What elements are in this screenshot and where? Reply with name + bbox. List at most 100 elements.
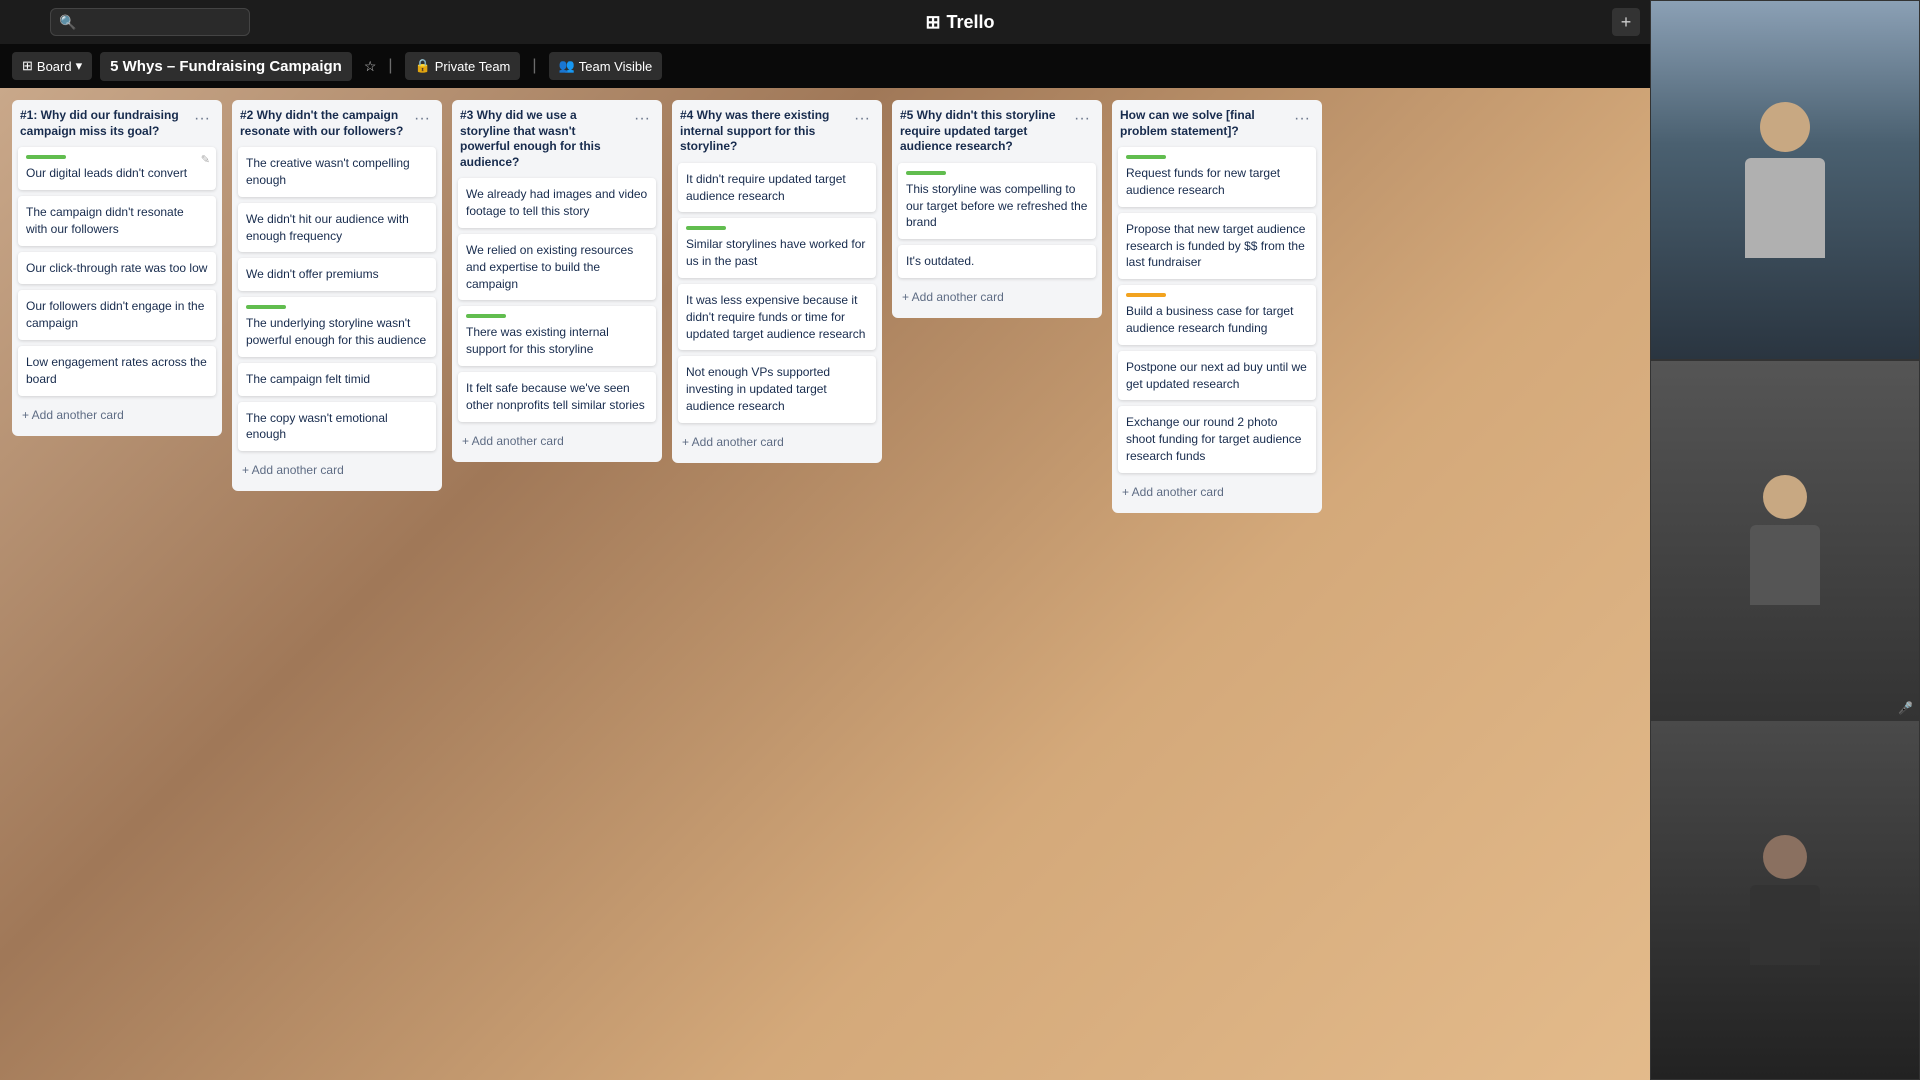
- card-text: It was less expensive because it didn't …: [686, 292, 868, 342]
- add-card-btn-3[interactable]: + Add another card: [458, 428, 656, 454]
- add-card-btn-1[interactable]: + Add another card: [18, 402, 216, 428]
- card-text: Propose that new target audience researc…: [1126, 221, 1308, 271]
- card-label: [686, 226, 726, 230]
- card-6-3[interactable]: Build a business case for target audienc…: [1118, 285, 1316, 345]
- card-4-4[interactable]: Not enough VPs supported investing in up…: [678, 356, 876, 422]
- card-text: Request funds for new target audience re…: [1126, 165, 1308, 199]
- card-2-3[interactable]: We didn't offer premiums: [238, 258, 436, 291]
- card-text: We didn't offer premiums: [246, 266, 428, 283]
- card-2-4[interactable]: The underlying storyline wasn't powerful…: [238, 297, 436, 357]
- column-2-menu[interactable]: ···: [410, 108, 434, 130]
- column-4: #4 Why was there existing internal suppo…: [672, 100, 882, 463]
- column-1-menu[interactable]: ···: [190, 108, 214, 130]
- top-bar: 🔍 ⊞ Trello +: [0, 0, 1920, 44]
- card-4-2[interactable]: Similar storylines have worked for us in…: [678, 218, 876, 278]
- board-icon: ⊞: [22, 58, 33, 74]
- lock-icon: 🔒: [415, 58, 431, 74]
- column-1: #1: Why did our fundraising campaign mis…: [12, 100, 222, 436]
- visibility-item[interactable]: 🔒 Private Team: [405, 52, 521, 80]
- card-text: It felt safe because we've seen other no…: [466, 380, 648, 414]
- card-text: We already had images and video footage …: [466, 186, 648, 220]
- card-text: Our click-through rate was too low: [26, 260, 208, 277]
- card-6-5[interactable]: Exchange our round 2 photo shoot funding…: [1118, 406, 1316, 472]
- column-6-title: How can we solve [final problem statemen…: [1120, 108, 1290, 139]
- card-text: There was existing internal support for …: [466, 324, 648, 358]
- card-text: Our followers didn't engage in the campa…: [26, 298, 208, 332]
- card-2-2[interactable]: We didn't hit our audience with enough f…: [238, 203, 436, 253]
- star-icon[interactable]: ☆: [364, 58, 377, 75]
- add-card-btn-4[interactable]: + Add another card: [678, 429, 876, 455]
- column-4-menu[interactable]: ···: [850, 108, 874, 130]
- column-5: #5 Why didn't this storyline require upd…: [892, 100, 1102, 318]
- card-text: Postpone our next ad buy until we get up…: [1126, 359, 1308, 393]
- card-label: [1126, 293, 1166, 297]
- card-1-1[interactable]: ✎Our digital leads didn't convert: [18, 147, 216, 190]
- card-label: [26, 155, 66, 159]
- search-bar[interactable]: 🔍: [50, 8, 250, 36]
- column-2-title: #2 Why didn't the campaign resonate with…: [240, 108, 410, 139]
- card-3-1[interactable]: We already had images and video footage …: [458, 178, 656, 228]
- add-card-btn-2[interactable]: + Add another card: [238, 457, 436, 483]
- card-4-3[interactable]: It was less expensive because it didn't …: [678, 284, 876, 350]
- card-1-5[interactable]: Low engagement rates across the board: [18, 346, 216, 396]
- card-text: Not enough VPs supported investing in up…: [686, 364, 868, 414]
- card-6-4[interactable]: Postpone our next ad buy until we get up…: [1118, 351, 1316, 401]
- column-3: #3 Why did we use a storyline that wasn'…: [452, 100, 662, 462]
- card-5-2[interactable]: It's outdated.: [898, 245, 1096, 278]
- card-label: [1126, 155, 1166, 159]
- column-4-title: #4 Why was there existing internal suppo…: [680, 108, 850, 155]
- card-2-1[interactable]: The creative wasn't compelling enough: [238, 147, 436, 197]
- video-cell-1: [1650, 0, 1920, 360]
- video-person-3: [1651, 721, 1919, 1079]
- card-2-5[interactable]: The campaign felt timid: [238, 363, 436, 396]
- card-text: The campaign didn't resonate with our fo…: [26, 204, 208, 238]
- card-2-6[interactable]: The copy wasn't emotional enough: [238, 402, 436, 452]
- add-card-btn-6[interactable]: + Add another card: [1118, 479, 1316, 505]
- card-text: Build a business case for target audienc…: [1126, 303, 1308, 337]
- card-1-3[interactable]: Our click-through rate was too low: [18, 252, 216, 285]
- divider-1: |: [388, 57, 392, 75]
- card-3-3[interactable]: There was existing internal support for …: [458, 306, 656, 366]
- mic-icon: 🎤: [1898, 701, 1913, 715]
- column-5-header: #5 Why didn't this storyline require upd…: [898, 108, 1096, 155]
- card-text: It's outdated.: [906, 253, 1088, 270]
- card-6-1[interactable]: Request funds for new target audience re…: [1118, 147, 1316, 207]
- nav-bar: ⊞ Board ▾ 5 Whys – Fundraising Campaign …: [0, 44, 1920, 88]
- team-icon: 👥: [559, 58, 575, 74]
- video-panel: 🎤: [1650, 0, 1920, 1080]
- video-cell-3: [1650, 720, 1920, 1080]
- column-3-title: #3 Why did we use a storyline that wasn'…: [460, 108, 630, 170]
- card-label: [906, 171, 946, 175]
- card-text: The copy wasn't emotional enough: [246, 410, 428, 444]
- card-4-1[interactable]: It didn't require updated target audienc…: [678, 163, 876, 213]
- column-2-header: #2 Why didn't the campaign resonate with…: [238, 108, 436, 139]
- column-6: How can we solve [final problem statemen…: [1112, 100, 1322, 513]
- card-text: We relied on existing resources and expe…: [466, 242, 648, 292]
- board-area: #1: Why did our fundraising campaign mis…: [0, 88, 1920, 1080]
- trello-icon: ⊞: [925, 12, 940, 33]
- column-1-header: #1: Why did our fundraising campaign mis…: [18, 108, 216, 139]
- card-text: The creative wasn't compelling enough: [246, 155, 428, 189]
- card-1-2[interactable]: The campaign didn't resonate with our fo…: [18, 196, 216, 246]
- board-switcher[interactable]: ⊞ Board ▾: [12, 52, 92, 80]
- column-2: #2 Why didn't the campaign resonate with…: [232, 100, 442, 491]
- card-3-4[interactable]: It felt safe because we've seen other no…: [458, 372, 656, 422]
- card-text: Exchange our round 2 photo shoot funding…: [1126, 414, 1308, 464]
- card-3-2[interactable]: We relied on existing resources and expe…: [458, 234, 656, 300]
- card-text: This storyline was compelling to our tar…: [906, 181, 1088, 231]
- add-button[interactable]: +: [1612, 8, 1640, 36]
- column-3-menu[interactable]: ···: [630, 108, 654, 130]
- card-6-2[interactable]: Propose that new target audience researc…: [1118, 213, 1316, 279]
- column-4-header: #4 Why was there existing internal suppo…: [678, 108, 876, 155]
- card-5-1[interactable]: This storyline was compelling to our tar…: [898, 163, 1096, 239]
- column-6-menu[interactable]: ···: [1290, 108, 1314, 130]
- add-card-btn-5[interactable]: + Add another card: [898, 284, 1096, 310]
- column-3-header: #3 Why did we use a storyline that wasn'…: [458, 108, 656, 170]
- board-title: 5 Whys – Fundraising Campaign: [100, 52, 352, 81]
- chevron-down-icon: ▾: [76, 58, 83, 74]
- card-1-4[interactable]: Our followers didn't engage in the campa…: [18, 290, 216, 340]
- team-item[interactable]: 👥 Team Visible: [549, 52, 663, 80]
- column-5-menu[interactable]: ···: [1070, 108, 1094, 130]
- column-5-title: #5 Why didn't this storyline require upd…: [900, 108, 1070, 155]
- card-text: It didn't require updated target audienc…: [686, 171, 868, 205]
